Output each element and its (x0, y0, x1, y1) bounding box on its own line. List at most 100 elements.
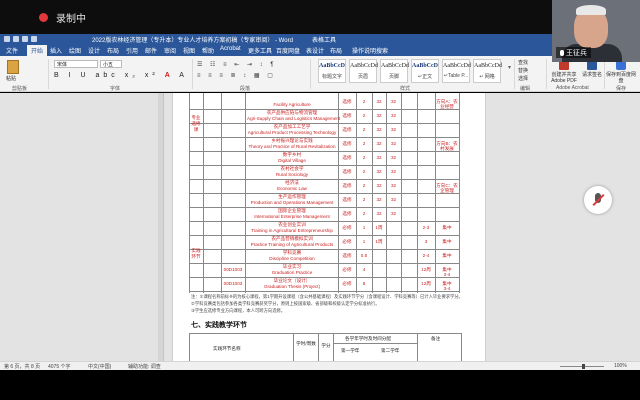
table-cell-c1: 2 (362, 183, 366, 188)
tab-draw[interactable]: 绘图 (69, 46, 81, 55)
tab-baidu[interactable]: 百度网盘 (276, 46, 300, 55)
paste-icon[interactable] (7, 60, 19, 74)
course-name-zh: 农村社会学 (280, 166, 304, 171)
table-cell-c3: 32 (390, 155, 397, 160)
style-header[interactable]: AaBbCcDd 页眉 (349, 59, 378, 83)
create-share-pdf-button[interactable]: 创建并共享 Adobe PDF (549, 59, 579, 84)
table-cell-c3: 32 (390, 211, 397, 216)
table-cell-dir: 集中 (442, 225, 452, 230)
style-normal[interactable]: AaBbCcD ↵正文 (411, 59, 439, 83)
editing-group: 查找 替换 选择 (518, 59, 528, 83)
acrobat-group-label: Adobe Acrobat (556, 85, 589, 91)
sec7-header-year1: 第一学年 (341, 348, 360, 353)
recording-bar: 录制中 (0, 0, 640, 34)
styles-group-label: 样式 (400, 86, 411, 92)
table-border (293, 333, 294, 361)
tab-insert[interactable]: 插入 (50, 46, 62, 55)
style-footer[interactable]: AaBbCcDd 页脚 (380, 59, 409, 83)
language[interactable]: 中文(中国) (88, 363, 111, 370)
tab-design[interactable]: 设计 (88, 46, 100, 55)
table-cell-type: 选修 (342, 99, 352, 104)
sec7-header-credit: 学时/周数 (296, 341, 316, 346)
table-cell-term: 2-3 (422, 225, 430, 230)
table-cell-c1: 2 (362, 113, 366, 118)
font-size-select[interactable]: 小五 (100, 60, 122, 68)
undo-icon[interactable] (22, 36, 28, 42)
font-group-label: 字体 (110, 86, 121, 92)
find-button[interactable]: 查找 (518, 59, 528, 67)
tab-view[interactable]: 视图 (183, 46, 195, 55)
tab-acrobat[interactable]: Acrobat (220, 46, 241, 52)
table-cell-c1: 1 (362, 239, 366, 244)
document-page[interactable]: 专业选修课 实践环节 Facility Agriculture 选修 2 32 32 方向… (172, 93, 486, 361)
course-name-zh: 农业创业实训 (278, 222, 306, 227)
table-cell-term: 3 (424, 239, 428, 244)
select-button[interactable]: 选择 (518, 75, 528, 83)
table-cell-term: 12周 (421, 267, 431, 272)
word-count[interactable]: 4075 个字 (48, 363, 71, 370)
table-cell-code: 00D1003 (223, 281, 243, 286)
accessibility[interactable]: 辅助功能: 调查 (128, 363, 161, 370)
speaker-hair (576, 5, 606, 15)
table-cell-c3: 32 (390, 113, 397, 118)
replace-button[interactable]: 替换 (518, 67, 528, 75)
course-name-zh: 农产品供应链与物流管理 (266, 110, 318, 115)
course-name-en: Agri-Supply Chain and Logistics Manageme… (247, 116, 341, 121)
table-border (417, 333, 418, 361)
table-cell-type: 选修 (342, 197, 352, 202)
tab-file[interactable]: 文件 (6, 46, 18, 55)
tab-references[interactable]: 引用 (126, 46, 138, 55)
zoom-thumb[interactable] (582, 364, 585, 369)
format-buttons[interactable]: B I U abc x₂ x² A A (54, 72, 188, 79)
tab-home[interactable]: 开始 (27, 45, 48, 56)
table-cell-c2: 32 (376, 113, 382, 118)
status-bar: 第 6 页，共 8 页 4075 个字 中文(中国) 辅助功能: 调查 100% (0, 361, 640, 370)
ribbon: 粘贴 剪贴板 宋体 小五 B I U abc x₂ x² A A 字体 ☰ ☷ … (0, 56, 640, 92)
table-cell-code: 00D1003 (223, 267, 243, 272)
page-count[interactable]: 第 6 页，共 8 页 (4, 363, 40, 370)
search-tell-me[interactable]: 操作说明搜索 (352, 46, 388, 55)
save-to-baidu-button[interactable]: 保存到百度网盘 (606, 59, 636, 84)
table-cell-c3: 32 (390, 141, 397, 146)
tab-mailings[interactable]: 邮件 (145, 46, 157, 55)
tab-more-tools[interactable]: 更多工具 (248, 46, 272, 55)
tab-layout[interactable]: 布局 (107, 46, 119, 55)
save-icon[interactable] (13, 36, 19, 42)
course-name-en: Economic Law (277, 186, 307, 191)
separator (310, 59, 311, 89)
course-name-zh: 农产品营销模拟实训 (271, 236, 313, 241)
table-cell-extra: 3-4 (443, 272, 451, 277)
table-cell-type: 选修 (342, 113, 352, 118)
style-heading-text[interactable]: AaBbCcD 标题文字 (318, 59, 346, 83)
mute-toggle-button[interactable] (584, 186, 612, 214)
screen: 录制中 2022版农林经济管理（专升本）专业人才培养方案初稿（专家审阅） - W… (0, 0, 640, 400)
separator (514, 59, 515, 89)
course-name-en: Graduation Practice (271, 270, 313, 275)
recording-label: 录制中 (56, 14, 86, 25)
tab-help[interactable]: 帮助 (202, 46, 214, 55)
style-table-paragraph[interactable]: AaBbCcDd ↵Table P... (442, 59, 471, 83)
table-cell-type: 选修 (342, 169, 352, 174)
separator (546, 59, 547, 89)
table-cell-type: 选修 (342, 141, 352, 146)
align-buttons[interactable]: ≡ ≡ ≡ ≣ ↕ ▦ ▢ (197, 72, 276, 79)
zoom-level[interactable]: 100% (614, 363, 627, 369)
ribbon-tabs: 文件 开始 插入 绘图 设计 布局 引用 邮件 审阅 视图 帮助 Acrobat… (0, 44, 640, 56)
list-buttons[interactable]: ☰ ☷ ≡ ⇤ ⇥ ↕ ¶ (197, 61, 277, 68)
table-cell-c1: 4 (362, 267, 366, 272)
redo-icon[interactable] (31, 36, 37, 42)
editing-group-label: 编辑 (520, 86, 531, 92)
document-area[interactable]: 专业选修课 实践环节 Facility Agriculture 选修 2 32 32 方向… (0, 93, 640, 361)
styles-more-chevron-icon[interactable]: ▾ (508, 64, 511, 71)
tab-table-design[interactable]: 表设计 (306, 46, 324, 55)
tab-review[interactable]: 审阅 (164, 46, 176, 55)
table-cell-type: 选修 (342, 155, 352, 160)
course-name-en: Practice Training of Agricultural Produc… (250, 242, 334, 247)
table-cell-dir: 方向B：农村发展 (436, 141, 458, 152)
table-cell-type: 必修 (342, 267, 352, 272)
autosave-icon[interactable] (4, 36, 10, 42)
table-cell-c1: 8 (362, 281, 366, 286)
font-name-select[interactable]: 宋体 (54, 60, 98, 68)
style-grid[interactable]: AaBbCcDd ↵ 网格 (473, 59, 502, 83)
tab-table-layout[interactable]: 布局 (330, 46, 342, 55)
